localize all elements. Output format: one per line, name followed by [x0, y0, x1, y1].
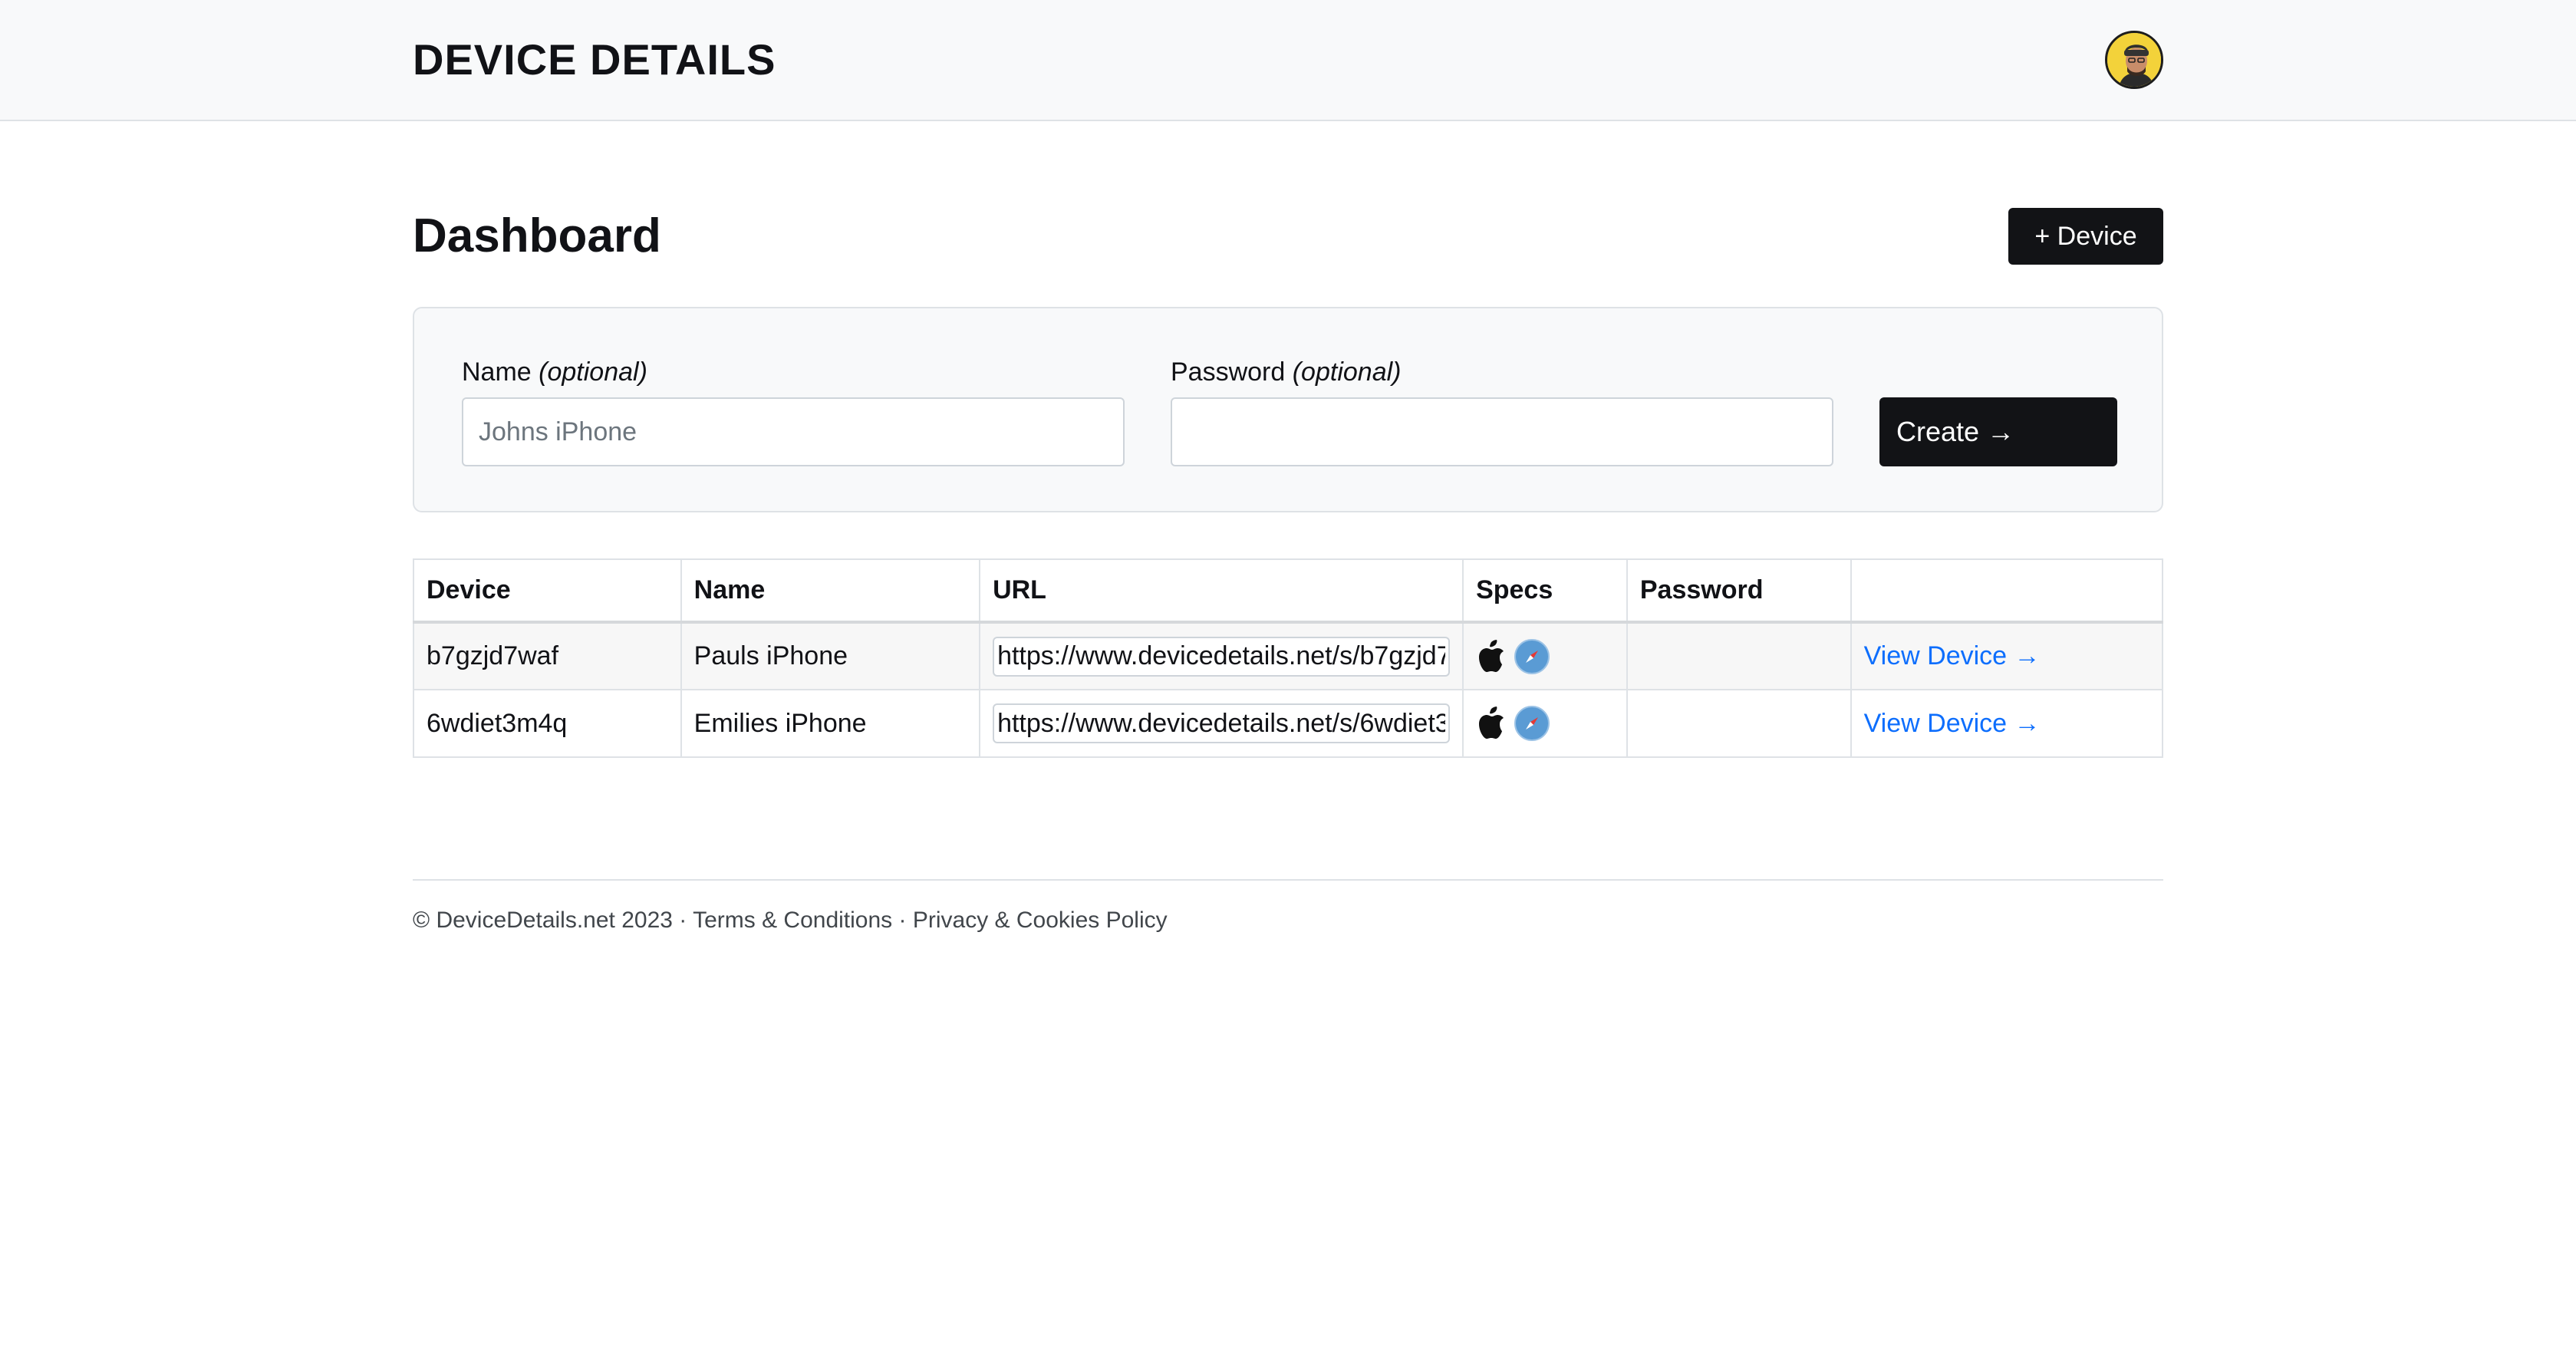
column-header-url: URL — [979, 558, 1464, 623]
table-row: b7gzjd7waf Pauls iPhone View Device → — [413, 621, 2164, 690]
footer-separator: · — [672, 907, 693, 933]
footer-divider — [413, 879, 2163, 881]
password-label: Password (optional) — [1171, 357, 1402, 387]
column-header-actions — [1850, 558, 2164, 623]
table-row: 6wdiet3m4q Emilies iPhone View Device → — [413, 689, 2164, 758]
brand-title[interactable]: DEVICE DETAILS — [413, 34, 776, 86]
view-device-link[interactable]: View Device → — [1864, 641, 2041, 670]
apple-icon — [1479, 707, 1504, 739]
device-url-field[interactable] — [993, 636, 1451, 677]
url-cell — [979, 689, 1464, 758]
privacy-link[interactable]: Privacy & Cookies Policy — [913, 907, 1168, 933]
top-header: DEVICE DETAILS — [0, 0, 2576, 121]
url-cell — [979, 621, 1464, 690]
action-cell: View Device → — [1850, 621, 2164, 690]
password-cell — [1626, 689, 1852, 758]
device-name-cell: Emilies iPhone — [680, 689, 981, 758]
name-label: Name (optional) — [462, 357, 647, 387]
footer: © DeviceDetails.net 2023 · Terms & Condi… — [413, 905, 1168, 936]
password-cell — [1626, 621, 1852, 690]
column-header-specs: Specs — [1462, 558, 1628, 623]
specs-cell — [1462, 689, 1628, 758]
create-device-form: Name (optional) Password (optional) Crea… — [413, 307, 2163, 512]
copyright-text: © DeviceDetails.net 2023 — [413, 907, 673, 933]
table-header-row: Device Name URL Specs Password — [413, 558, 2164, 623]
column-header-device: Device — [413, 558, 682, 623]
password-input[interactable] — [1171, 397, 1833, 466]
page-title: Dashboard — [413, 209, 661, 262]
safari-icon — [1514, 706, 1550, 741]
column-header-password: Password — [1626, 558, 1852, 623]
column-header-name: Name — [680, 558, 981, 623]
device-id-cell: b7gzjd7waf — [413, 621, 682, 690]
devices-table: Device Name URL Specs Password b7gzjd7wa… — [413, 558, 2164, 758]
action-cell: View Device → — [1850, 689, 2164, 758]
device-id-cell: 6wdiet3m4q — [413, 689, 682, 758]
name-input[interactable] — [462, 397, 1125, 466]
add-device-button[interactable]: + Device — [2008, 208, 2163, 265]
device-url-field[interactable] — [993, 703, 1451, 743]
terms-link[interactable]: Terms & Conditions — [693, 907, 892, 933]
create-button[interactable]: Create → — [1879, 397, 2117, 466]
user-avatar-icon[interactable] — [2105, 31, 2163, 89]
footer-separator: · — [892, 907, 913, 933]
device-name-cell: Pauls iPhone — [680, 621, 981, 690]
specs-cell — [1462, 621, 1628, 690]
view-device-link[interactable]: View Device → — [1864, 709, 2041, 738]
safari-icon — [1514, 638, 1550, 674]
apple-icon — [1479, 639, 1504, 672]
